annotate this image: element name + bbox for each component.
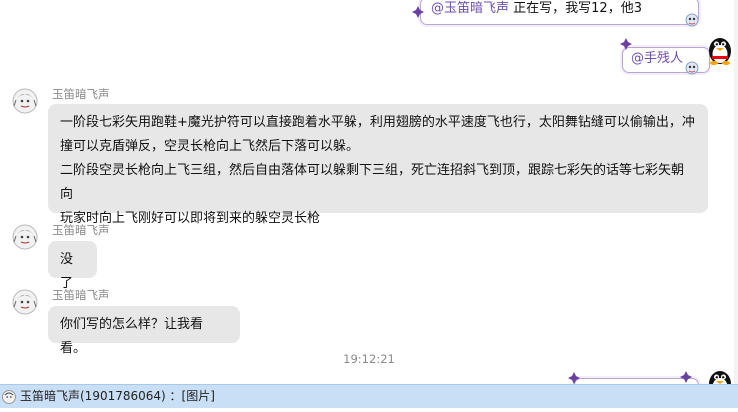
chat-history[interactable]: @玉笛暗飞声 正在写，我写12，他3 @手残人 玉笛暗飞声 一阶段七彩矢用跑鞋+… — [0, 0, 738, 384]
contact-avatar[interactable] — [12, 224, 38, 250]
received-message-bubble[interactable]: 没了 — [48, 241, 97, 291]
new-message-notification-bar[interactable]: 玉笛暗飞声(1901786064) ：[图片] — [0, 384, 738, 408]
sender-name[interactable]: 玉笛暗飞声 — [52, 87, 110, 101]
sender-avatar-icon — [2, 389, 16, 404]
bubble-frame-decoration-icon — [680, 371, 692, 383]
sender-name[interactable]: 玉笛暗飞声 — [52, 288, 110, 302]
bubble-frame-decoration-icon — [412, 6, 424, 18]
message-line: 一阶段七彩矢用跑鞋+魔光护符可以直接跑着水平躲，利用翅膀的水平速度飞也行，太阳舞… — [60, 115, 695, 130]
chat-scrollbar[interactable] — [734, 0, 738, 384]
message-text: 没了 — [60, 252, 74, 291]
message-line: 二阶段空灵长枪向上飞三组，然后自由落体可以躲剩下三组，死亡连招斜飞到顶，跟踪七彩… — [60, 163, 685, 202]
mention-link[interactable]: @玉笛暗飞声 — [431, 1, 509, 16]
contact-avatar[interactable] — [12, 88, 38, 114]
bubble-frame-decoration-icon — [684, 12, 700, 28]
sender-name[interactable]: 玉笛暗飞声 — [52, 223, 110, 237]
sent-message-bubble[interactable]: @玉笛暗飞声 正在写，我写12，他3 — [420, 0, 699, 25]
bubble-frame-decoration-icon — [620, 38, 632, 50]
self-avatar[interactable] — [706, 35, 734, 65]
message-line: 玩家时向上飞刚好可以即将到来的躲空灵长枪 — [60, 211, 321, 226]
mention-link[interactable]: @手残人 — [631, 51, 683, 66]
self-avatar[interactable] — [706, 368, 734, 384]
message-timestamp: 19:12:21 — [343, 352, 395, 366]
message-line: 撞可以克盾弹反，空灵长枪向上飞然后下落可以躲。 — [60, 139, 360, 154]
message-text: 你们写的怎么样？让我看看。 — [60, 317, 204, 356]
bubble-frame-decoration-icon — [684, 60, 700, 76]
notification-text: 玉笛暗飞声(1901786064) ：[图片] — [20, 389, 215, 403]
received-message-bubble[interactable]: 一阶段七彩矢用跑鞋+魔光护符可以直接跑着水平躲，利用翅膀的水平速度飞也行，太阳舞… — [48, 104, 708, 226]
received-message-bubble[interactable]: 你们写的怎么样？让我看看。 — [48, 306, 240, 356]
bubble-frame-decoration-icon — [568, 372, 580, 384]
message-text: 正在写，我写12，他3 — [513, 1, 642, 16]
contact-avatar[interactable] — [12, 289, 38, 315]
